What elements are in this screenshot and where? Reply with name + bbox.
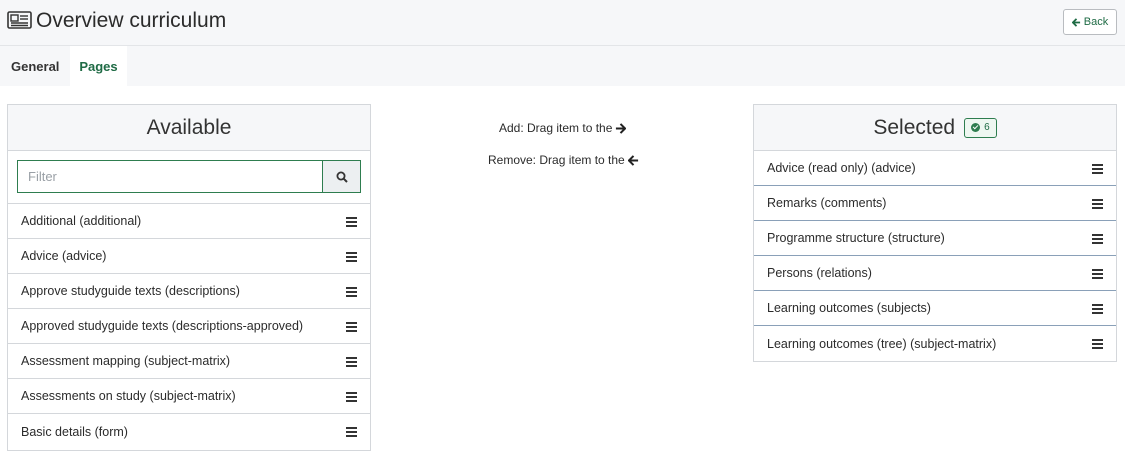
available-list: Additional (additional) Advice (advice) … xyxy=(8,204,370,449)
drag-handle-icon[interactable] xyxy=(346,321,357,332)
available-title: Available xyxy=(146,115,232,139)
list-item-label: Learning outcomes (subjects) xyxy=(767,301,931,315)
page-header: Overview curriculum Back xyxy=(0,0,1125,46)
add-hint-text: Add: Drag item to the xyxy=(499,121,613,135)
filter-group xyxy=(8,151,370,204)
page-title: Overview curriculum xyxy=(36,9,227,32)
search-icon xyxy=(336,171,348,183)
tab-pages[interactable]: Pages xyxy=(70,46,127,86)
arrow-left-icon xyxy=(1071,17,1080,27)
list-item-label: Approve studyguide texts (descriptions) xyxy=(21,284,240,298)
drag-handle-icon[interactable] xyxy=(1092,339,1103,349)
list-item[interactable]: Programme structure (structure) xyxy=(754,221,1116,256)
list-item[interactable]: Remarks (comments) xyxy=(754,186,1116,221)
remove-hint: Remove: Drag item to the xyxy=(488,153,639,167)
back-button-label: Back xyxy=(1083,16,1109,28)
list-item-label: Remarks (comments) xyxy=(767,196,887,210)
selected-count: 6 xyxy=(984,122,990,133)
list-item-label: Learning outcomes (tree) (subject-matrix… xyxy=(767,336,997,351)
list-item[interactable]: Assessments on study (subject-matrix) xyxy=(8,379,370,414)
selected-list: Advice (read only) (advice) Remarks (com… xyxy=(754,151,1116,361)
list-item-label: Assessments on study (subject-matrix) xyxy=(21,389,236,403)
list-item[interactable]: Approve studyguide texts (descriptions) xyxy=(8,274,370,309)
drag-handle-icon[interactable] xyxy=(1092,198,1103,209)
add-hint: Add: Drag item to the xyxy=(499,121,627,135)
list-item-label: Programme structure (structure) xyxy=(767,231,945,245)
list-item[interactable]: Learning outcomes (tree) (subject-matrix… xyxy=(754,326,1116,361)
list-item[interactable]: Assessment mapping (subject-matrix) xyxy=(8,344,370,379)
list-item[interactable]: Approved studyguide texts (descriptions-… xyxy=(8,309,370,344)
list-item[interactable]: Learning outcomes (subjects) xyxy=(754,291,1116,326)
selected-panel: Selected 6 Advice (read only) (advice) R… xyxy=(753,104,1117,362)
list-item-label: Approved studyguide texts (descriptions-… xyxy=(21,319,304,333)
arrow-left-icon xyxy=(627,154,638,166)
tab-bar: General Pages xyxy=(0,46,1125,86)
filter-input[interactable] xyxy=(17,160,322,193)
list-item-label: Advice (advice) xyxy=(21,249,107,263)
list-item-label: Additional (additional) xyxy=(21,214,142,228)
available-panel: Available Additional (additional) Advice… xyxy=(7,104,371,451)
list-item[interactable]: Additional (additional) xyxy=(8,204,370,239)
tab-general[interactable]: General xyxy=(0,46,70,86)
available-panel-header: Available xyxy=(8,105,370,151)
selected-count-badge: 6 xyxy=(964,117,997,138)
newspaper-icon xyxy=(7,11,32,29)
selected-panel-header: Selected 6 xyxy=(754,105,1116,151)
drag-handle-icon[interactable] xyxy=(346,391,357,402)
list-item-label: Assessment mapping (subject-matrix) xyxy=(21,354,231,368)
drag-handle-icon[interactable] xyxy=(1092,303,1103,314)
drag-handle-icon[interactable] xyxy=(346,251,357,262)
list-item-label: Persons (relations) xyxy=(767,266,872,280)
remove-hint-text: Remove: Drag item to the xyxy=(488,153,625,167)
drag-handle-icon[interactable] xyxy=(1092,163,1103,174)
list-item-label: Advice (read only) (advice) xyxy=(767,161,916,175)
drag-handle-icon[interactable] xyxy=(346,356,357,367)
list-item[interactable]: Advice (advice) xyxy=(8,239,370,274)
drag-handle-icon[interactable] xyxy=(346,286,357,297)
drag-handle-icon[interactable] xyxy=(346,427,357,437)
search-button[interactable] xyxy=(322,160,361,193)
drag-handle-icon[interactable] xyxy=(346,216,357,227)
check-circle-icon xyxy=(971,123,981,132)
list-item-label: Basic details (form) xyxy=(21,424,128,439)
list-item[interactable]: Advice (read only) (advice) xyxy=(754,151,1116,186)
list-item[interactable]: Basic details (form) xyxy=(8,414,370,449)
list-item[interactable]: Persons (relations) xyxy=(754,256,1116,291)
drag-handle-icon[interactable] xyxy=(1092,233,1103,244)
arrow-right-icon xyxy=(616,122,627,134)
back-button[interactable]: Back xyxy=(1063,9,1117,35)
drag-handle-icon[interactable] xyxy=(1092,268,1103,279)
selected-title: Selected xyxy=(873,115,956,139)
